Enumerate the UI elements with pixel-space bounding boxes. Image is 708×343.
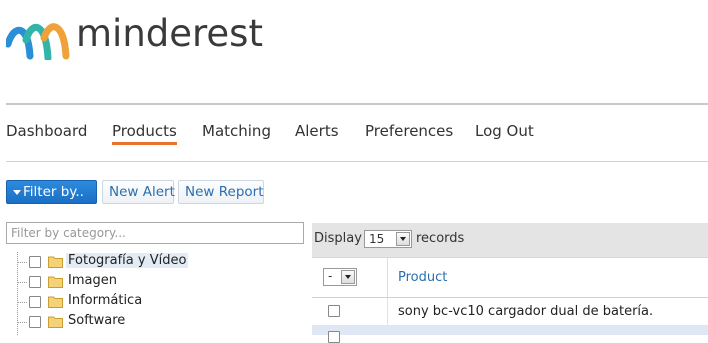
caret-down-icon <box>13 189 21 195</box>
bulk-select-value: - <box>328 269 333 283</box>
nav-products[interactable]: Products <box>112 122 177 145</box>
category-checkbox[interactable] <box>29 296 41 308</box>
folder-icon <box>48 316 63 328</box>
table-header <box>312 257 708 298</box>
product-cell: sony bc-vc10 cargador dual de batería. <box>398 304 654 319</box>
nav-alerts[interactable]: Alerts <box>295 122 339 140</box>
tree-item-informatica[interactable]: Informática <box>17 292 257 312</box>
nav-divider <box>6 161 708 162</box>
chevron-down-icon <box>396 232 410 246</box>
folder-icon <box>48 276 63 288</box>
records-label: records <box>416 231 465 246</box>
nav-logout[interactable]: Log Out <box>475 122 534 140</box>
folder-icon <box>48 296 63 308</box>
column-header-product[interactable]: Product <box>398 270 447 285</box>
tree-item-label: Fotografía y Vídeo <box>66 253 189 268</box>
page-size-select[interactable]: 15 <box>364 230 412 248</box>
tree-item-label: Informática <box>68 293 143 308</box>
nav-preferences[interactable]: Preferences <box>365 122 453 140</box>
nav-matching[interactable]: Matching <box>202 122 271 140</box>
header-divider <box>6 103 708 105</box>
page-size-value: 15 <box>369 232 385 246</box>
category-checkbox[interactable] <box>29 316 41 328</box>
category-filter-input[interactable] <box>6 222 304 244</box>
nav-dashboard[interactable]: Dashboard <box>6 122 87 140</box>
brand-name: minderest <box>76 12 263 55</box>
column-divider <box>387 258 388 297</box>
display-label: Display <box>314 231 362 246</box>
tree-item-label: Imagen <box>68 273 117 288</box>
category-checkbox[interactable] <box>29 276 41 288</box>
new-report-button[interactable]: New Report <box>178 180 264 204</box>
logo-mark-icon <box>4 23 70 62</box>
folder-icon <box>48 256 63 268</box>
row-checkbox[interactable] <box>328 331 340 343</box>
bulk-select[interactable]: - <box>323 268 357 286</box>
tree-item-imagen[interactable]: Imagen <box>17 272 257 292</box>
tree-item-fotografia[interactable]: Fotografía y Vídeo <box>17 252 257 272</box>
new-alert-button[interactable]: New Alert <box>102 180 175 204</box>
category-checkbox[interactable] <box>29 256 41 268</box>
column-divider <box>387 298 388 325</box>
row-checkbox[interactable] <box>328 305 340 317</box>
tree-item-software[interactable]: Software <box>17 312 257 332</box>
tree-item-label: Software <box>68 313 126 328</box>
filter-by-label: Filter by.. <box>23 184 84 200</box>
chevron-down-icon <box>341 270 355 284</box>
filter-by-button[interactable]: Filter by.. <box>6 180 97 204</box>
table-row <box>312 325 708 343</box>
